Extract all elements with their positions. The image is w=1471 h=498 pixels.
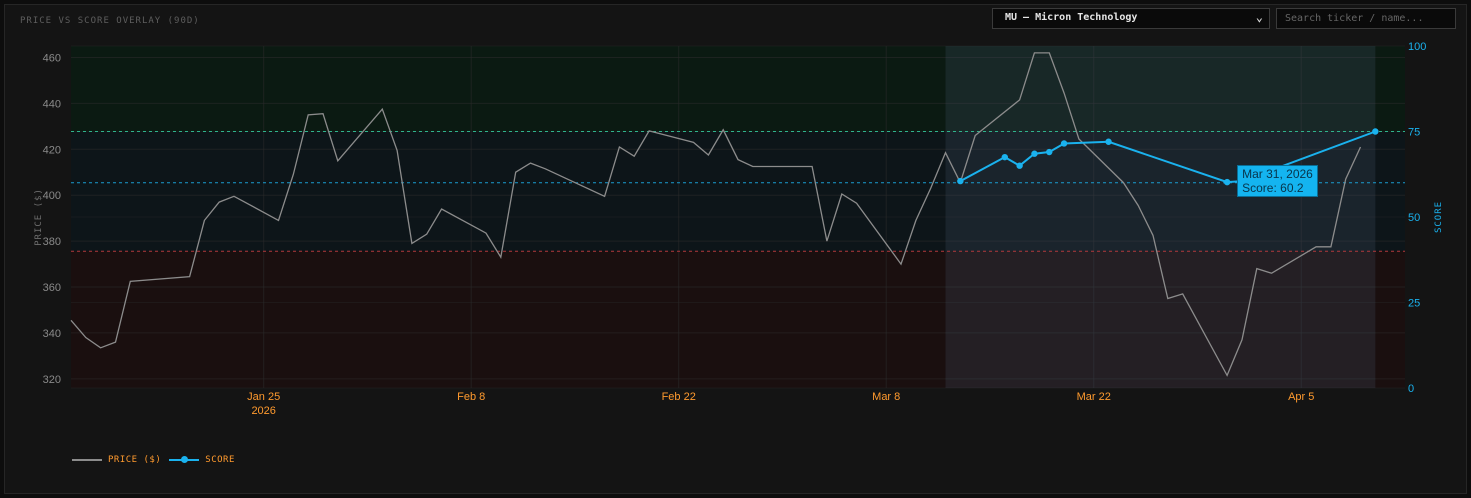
y2-tick-label: 100	[1408, 41, 1426, 53]
x-tick-label: Apr 5	[1288, 391, 1314, 403]
x-tick-label: Mar 22	[1077, 391, 1111, 403]
score-point	[1001, 153, 1008, 161]
y-tick-label: 360	[43, 282, 61, 294]
legend-item-price[interactable]: PRICE ($)	[72, 455, 161, 465]
legend-item-score[interactable]: SCORE	[169, 455, 235, 465]
y-tick-label: 460	[43, 52, 61, 64]
y-tick-label: 440	[43, 98, 61, 110]
legend-label-price: PRICE ($)	[108, 455, 162, 465]
y-tick-label: 320	[43, 374, 61, 386]
score-point	[1060, 140, 1068, 147]
score-point	[1372, 128, 1379, 135]
tooltip-score: Score: 60.2	[1242, 181, 1304, 196]
score-point	[1105, 138, 1112, 145]
score-line-swatch	[169, 456, 200, 463]
legend-label-score: SCORE	[205, 455, 235, 465]
y2-axis-title: SCORE	[1434, 201, 1444, 233]
score-highlight-area	[945, 46, 1376, 388]
y-tick-label: 380	[43, 236, 61, 248]
chart-legend: PRICE ($) SCORE	[72, 455, 235, 465]
score-point	[1016, 162, 1023, 169]
y2-tick-label: 75	[1408, 127, 1420, 139]
score-point	[1046, 148, 1053, 156]
chart-tooltip: Mar 31, 2026 Score: 60.2	[1237, 165, 1318, 198]
x-tick-sublabel: 2026	[251, 405, 275, 417]
y-tick-label: 420	[43, 144, 61, 156]
x-tick-label: Feb 22	[662, 391, 696, 403]
x-tick-label: Jan 25	[247, 391, 280, 403]
tooltip-date: Mar 31, 2026	[1242, 167, 1313, 182]
y2-tick-label: 25	[1408, 298, 1420, 310]
x-tick-label: Mar 8	[872, 391, 900, 403]
x-tick-label: Feb 8	[457, 391, 485, 403]
score-point	[957, 177, 964, 185]
y2-tick-label: 50	[1408, 212, 1420, 224]
score-point	[1223, 178, 1231, 186]
price-line-swatch	[72, 459, 102, 461]
y-tick-label: 400	[43, 190, 61, 202]
y-tick-label: 340	[43, 328, 61, 340]
price-score-chart: 320 340 360 380 400 420 440 460 0 25 50 75 100 Jan 25…	[34, 41, 1444, 417]
score-point	[1031, 150, 1038, 157]
y2-tick-label: 0	[1408, 383, 1414, 395]
y-axis-title: PRICE ($)	[34, 188, 44, 246]
